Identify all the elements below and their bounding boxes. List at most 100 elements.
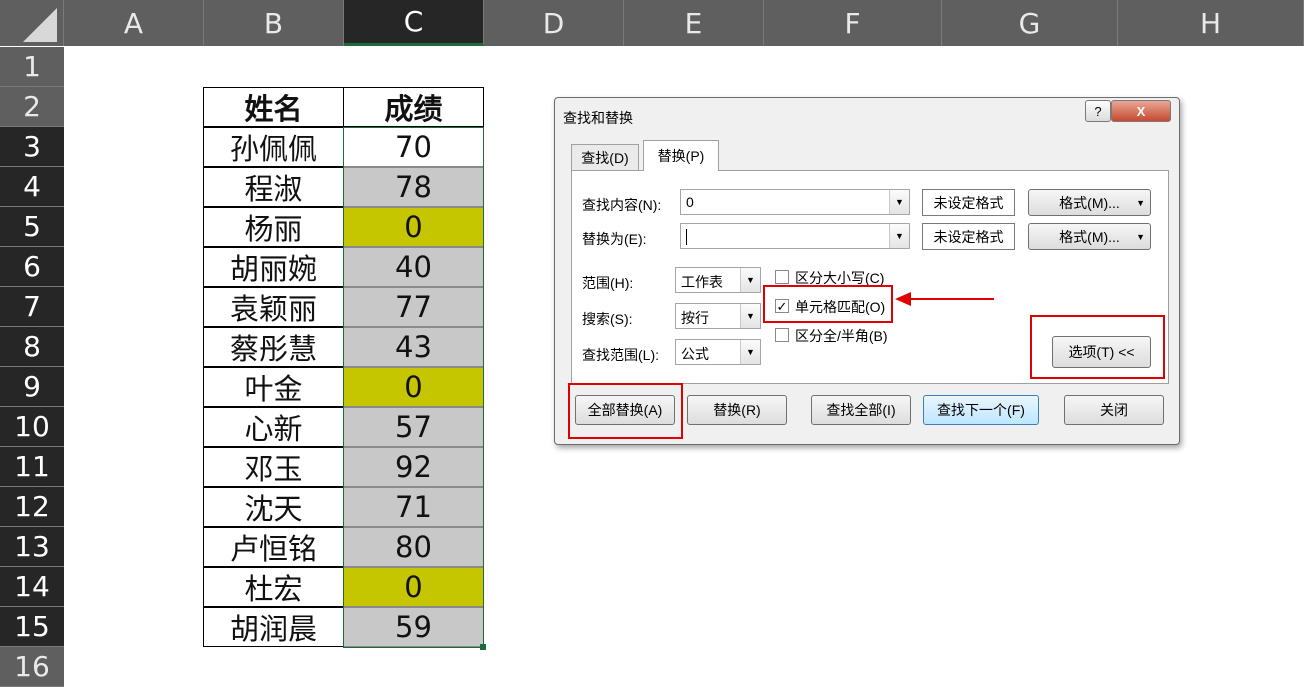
column-header-e[interactable]: E [624,0,764,46]
find-what-label: 查找内容(N): [582,197,662,213]
name-cell[interactable]: 程淑 [203,167,344,207]
find-format-label: 格式(M)... [1059,194,1120,211]
chevron-down-icon[interactable]: ▼ [740,340,760,364]
chevron-down-icon: ▼ [1136,231,1145,242]
find-what-value: 0 [686,194,694,210]
chevron-down-icon[interactable]: ▼ [740,304,760,328]
row-header-10[interactable]: 10 [0,407,64,447]
chevron-down-icon[interactable]: ▼ [740,268,760,292]
name-cell[interactable]: 袁颖丽 [203,287,344,327]
look-in-value: 公式 [681,346,709,362]
arrow-head-icon [895,292,911,306]
row-header-6[interactable]: 6 [0,247,64,287]
find-replace-dialog: 查找和替换 ? X 查找(D) 替换(P) 查找内容(N): 0 ▼ 未设定格式… [554,97,1180,445]
match-entire-cell-label: 单元格匹配(O) [795,299,886,315]
score-cell[interactable]: 0 [343,567,484,607]
replace-with-input[interactable]: ▼ [680,223,910,249]
row-header-2[interactable]: 2 [0,87,64,127]
score-cell[interactable]: 78 [343,167,484,207]
score-cell[interactable]: 70 [343,127,484,167]
find-next-button[interactable]: 查找下一个(F) [923,395,1039,425]
match-case-label: 区分大小写(C) [795,270,885,286]
score-cell[interactable]: 80 [343,527,484,567]
header-name-cell[interactable]: 姓名 [203,87,344,127]
name-cell[interactable]: 心新 [203,407,344,447]
help-button[interactable]: ? [1085,100,1111,122]
column-header-c[interactable]: C [344,0,484,46]
chevron-down-icon: ▼ [1136,197,1145,208]
row-header-12[interactable]: 12 [0,487,64,527]
find-format-button[interactable]: 格式(M)... ▼ [1028,189,1151,216]
row-header-4[interactable]: 4 [0,167,64,207]
close-icon[interactable]: X [1111,100,1171,122]
score-cell[interactable]: 71 [343,487,484,527]
arrow-line [910,298,994,300]
replace-all-button[interactable]: 全部替换(A) [575,395,675,425]
score-cell[interactable]: 0 [343,367,484,407]
score-cell[interactable]: 0 [343,207,484,247]
options-button[interactable]: 选项(T) << [1052,336,1151,368]
column-header-d[interactable]: D [484,0,624,46]
match-entire-cell-checkbox[interactable]: ✓ [775,299,789,313]
dialog-title: 查找和替换 [563,110,633,126]
fill-handle[interactable] [480,644,486,650]
row-header-5[interactable]: 5 [0,207,64,247]
checkmark-icon: ✓ [776,298,788,314]
row-header-11[interactable]: 11 [0,447,64,487]
row-header-9[interactable]: 9 [0,367,64,407]
column-header-f[interactable]: F [764,0,942,46]
tab-find[interactable]: 查找(D) [571,144,639,170]
row-header-8[interactable]: 8 [0,327,64,367]
row-header-15[interactable]: 15 [0,607,64,647]
name-cell[interactable]: 叶金 [203,367,344,407]
select-all-corner[interactable] [0,0,64,46]
replace-format-button[interactable]: 格式(M)... ▼ [1028,223,1151,250]
look-in-select[interactable]: 公式 ▼ [675,339,761,365]
scope-select[interactable]: 工作表 ▼ [675,267,761,293]
find-what-input[interactable]: 0 ▼ [680,189,910,215]
name-cell[interactable]: 沈天 [203,487,344,527]
column-header-h[interactable]: H [1118,0,1304,46]
column-header-a[interactable]: A [64,0,204,46]
name-cell[interactable]: 胡丽婉 [203,247,344,287]
name-cell[interactable]: 胡润晨 [203,607,344,647]
match-width-checkbox[interactable] [775,328,789,342]
replace-format-label: 格式(M)... [1059,228,1120,245]
name-cell[interactable]: 卢恒铭 [203,527,344,567]
row-header-7[interactable]: 7 [0,287,64,327]
look-in-label: 查找范围(L): [582,347,659,363]
score-cell[interactable]: 59 [343,607,484,647]
name-cell[interactable]: 杨丽 [203,207,344,247]
column-header-b[interactable]: B [204,0,344,46]
row-header-3[interactable]: 3 [0,127,64,167]
chevron-down-icon[interactable]: ▼ [889,224,909,248]
chevron-down-icon[interactable]: ▼ [889,190,909,214]
score-cell[interactable]: 57 [343,407,484,447]
search-label: 搜索(S): [582,311,633,327]
find-all-button[interactable]: 查找全部(I) [811,395,911,425]
close-button[interactable]: 关闭 [1064,395,1164,425]
name-cell[interactable]: 蔡彤慧 [203,327,344,367]
match-case-checkbox[interactable] [775,270,789,284]
row-header-1[interactable]: 1 [0,47,64,87]
score-cell[interactable]: 40 [343,247,484,287]
tab-replace[interactable]: 替换(P) [643,140,719,171]
search-value: 按行 [681,310,709,326]
search-select[interactable]: 按行 ▼ [675,303,761,329]
name-cell[interactable]: 杜宏 [203,567,344,607]
name-cell[interactable]: 孙佩佩 [203,127,344,167]
column-header-g[interactable]: G [942,0,1118,46]
replace-button[interactable]: 替换(R) [687,395,787,425]
name-cell[interactable]: 邓玉 [203,447,344,487]
row-header-16[interactable]: 16 [0,647,64,687]
replace-with-label: 替换为(E): [582,231,647,247]
score-cell[interactable]: 77 [343,287,484,327]
scope-value: 工作表 [681,274,723,290]
replace-format-status: 未设定格式 [922,223,1015,250]
score-cell[interactable]: 92 [343,447,484,487]
header-score-cell[interactable]: 成绩 [343,87,484,127]
row-header-14[interactable]: 14 [0,567,64,607]
scope-label: 范围(H): [582,275,634,291]
row-header-13[interactable]: 13 [0,527,64,567]
score-cell[interactable]: 43 [343,327,484,367]
